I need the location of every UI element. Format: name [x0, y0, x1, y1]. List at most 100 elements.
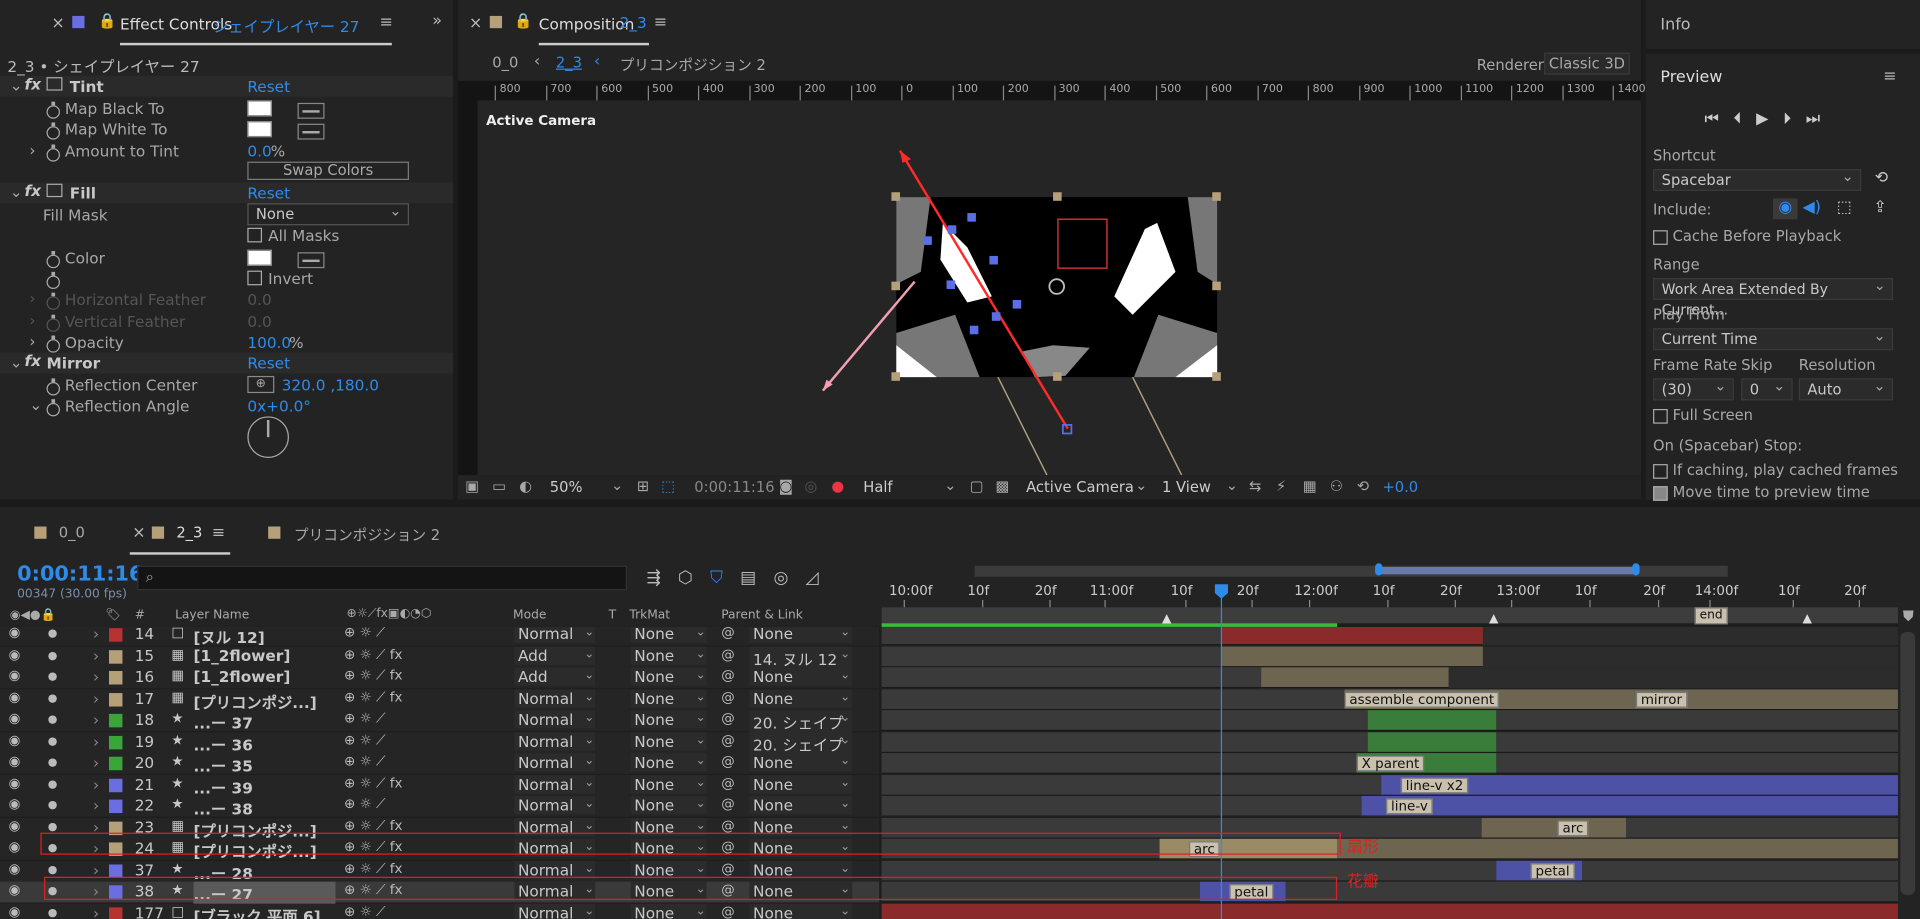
layer-row[interactable]: ◉ ● › 17 ▦ [プリコンポジ...] ⊕ ☼ ⟋ fx Normal ⌄ None ⌄ @ No… [0, 688, 880, 711]
chevron-down-icon[interactable]: ⌄ [584, 627, 594, 639]
chevron-down-icon[interactable]: ⌄ [696, 861, 706, 874]
layer-duration-bar[interactable] [1367, 731, 1497, 753]
play-icon[interactable]: ▶ [1756, 110, 1783, 128]
collapse-icon[interactable]: ⌄ [10, 76, 23, 94]
eye-icon[interactable]: ◉ [9, 753, 21, 769]
chevron-down-icon[interactable]: ⌄ [611, 476, 623, 493]
close-tab-icon[interactable]: × [132, 524, 145, 542]
layer-marker[interactable]: line-v [1386, 798, 1433, 815]
eye-icon[interactable]: ◉ [9, 796, 21, 812]
fast-preview-icon[interactable]: ⚡ [1276, 478, 1286, 495]
chevron-down-icon[interactable]: ⌄ [584, 711, 594, 724]
opacity-value[interactable]: 100.0 [247, 333, 291, 351]
toggle-pixel-icon[interactable]: ⇆ [1249, 478, 1261, 495]
reset-exposure-icon[interactable]: ⟲ [1357, 478, 1369, 495]
lock-icon[interactable]: 🔒 [98, 12, 116, 29]
chevron-down-icon[interactable]: ⌄ [696, 754, 706, 767]
transparency-grid-icon[interactable]: ▩ [996, 478, 1010, 495]
angle-dial[interactable] [247, 416, 289, 458]
pickwhip-icon[interactable]: @ [721, 667, 734, 683]
solo-icon[interactable]: ● [48, 735, 58, 747]
parent-dropdown[interactable]: None [749, 667, 853, 686]
eye-icon[interactable]: ◉ [9, 860, 21, 876]
layer-duration-bar[interactable] [881, 667, 1262, 689]
chevron-down-icon[interactable]: ⌄ [840, 669, 850, 682]
chevron-down-icon[interactable]: ⌄ [584, 904, 594, 917]
info-title[interactable]: Info [1660, 16, 1690, 34]
close-tab-icon[interactable]: × [51, 15, 64, 33]
full-screen-checkbox[interactable] [1653, 408, 1668, 424]
cache-checkbox[interactable] [1653, 229, 1668, 245]
label-color-swatch[interactable] [108, 671, 123, 685]
chevron-down-icon[interactable]: ⌄ [584, 733, 594, 746]
label-color-swatch[interactable] [108, 906, 123, 919]
label-color-swatch[interactable] [108, 649, 123, 664]
layer-name[interactable]: ...ー 37 [193, 710, 335, 733]
eye-icon[interactable]: ◉ [9, 646, 21, 662]
expand-icon[interactable]: › [93, 903, 99, 919]
zoom-dropdown[interactable]: 50% [550, 479, 583, 496]
label-color-swatch[interactable] [108, 778, 123, 792]
layer-duration-bar[interactable] [881, 795, 1362, 817]
play-from-dropdown[interactable]: Current Time [1653, 326, 1894, 351]
grid-icon[interactable]: ⊞ [637, 478, 649, 495]
solo-icon[interactable]: ● [48, 778, 58, 790]
layer-duration-bar[interactable] [881, 688, 1345, 710]
navigator-range[interactable] [1378, 566, 1636, 575]
zoom-in-icon[interactable]: ⛊ [1903, 607, 1914, 625]
include-audio-icon[interactable]: ◀) [1802, 198, 1820, 216]
mode-dropdown[interactable]: Add [514, 667, 596, 686]
layer-switches[interactable]: ⊕ ☼ ⟋ [344, 753, 385, 770]
mode-dropdown[interactable]: Normal [514, 731, 596, 751]
solo-icon[interactable]: ● [48, 692, 58, 704]
channel-icon[interactable]: ● [831, 478, 844, 495]
solo-icon[interactable]: ● [48, 671, 58, 683]
layer-duration-bar[interactable] [1222, 626, 1483, 646]
first-frame-icon[interactable]: ⏮ [1704, 110, 1733, 128]
frame-rate-dropdown[interactable]: (30) [1653, 376, 1734, 401]
chevron-down-icon[interactable]: ⌄ [584, 797, 594, 810]
end-marker[interactable]: end [1694, 607, 1728, 625]
layer-switches[interactable]: ⊕ ☼ ⟋ fx [344, 667, 402, 684]
mode-dropdown[interactable]: Normal [514, 710, 596, 729]
pickwhip-icon[interactable]: @ [721, 732, 734, 748]
include-video-icon[interactable]: ◉ [1773, 198, 1798, 220]
eye-icon[interactable]: ◉ [9, 903, 21, 919]
always-preview-icon[interactable]: ▣ [465, 478, 479, 495]
eyedropper-icon[interactable] [297, 102, 325, 119]
chevron-down-icon[interactable]: ⌄ [584, 754, 594, 767]
chevron-down-icon[interactable]: ⌄ [1226, 476, 1238, 493]
flowchart-icon[interactable]: ⚇ [1330, 478, 1343, 495]
stopwatch-icon[interactable] [46, 251, 61, 269]
layer-row[interactable]: ◉ ● › 177 □ [ブラック 平面 6] ⊕ ☼ ⟋ Normal ⌄ None ⌄ @ None… [0, 903, 880, 919]
timeline-tab-2[interactable]: プリコンポジション 2 [294, 524, 440, 545]
pickwhip-icon[interactable]: @ [721, 796, 734, 812]
layer-duration-bar[interactable] [1367, 710, 1497, 732]
comp-tab-name[interactable]: 2_3 [620, 13, 647, 31]
layer-name[interactable]: [1_2flower] [193, 646, 335, 664]
eyedropper-icon[interactable] [297, 252, 325, 269]
parent-dropdown[interactable]: None [749, 903, 853, 919]
timeline-icon[interactable]: ▦ [1303, 478, 1317, 495]
pickwhip-icon[interactable]: @ [721, 903, 734, 919]
layer-duration-bar[interactable] [1337, 838, 1898, 860]
stopwatch-icon[interactable] [46, 122, 61, 140]
include-export-icon[interactable]: ⇪ [1873, 198, 1886, 216]
parent-dropdown[interactable]: 20. シェイプ [749, 731, 853, 755]
col-layer-name[interactable]: Layer Name [175, 609, 249, 622]
next-frame-icon[interactable]: ⏵ [1783, 110, 1806, 128]
chevron-down-icon[interactable]: ⌄ [840, 776, 850, 789]
expand-icon[interactable]: › [29, 141, 35, 159]
pickwhip-icon[interactable]: @ [721, 689, 734, 705]
expand-icon[interactable]: › [93, 774, 99, 792]
vertical-ruler[interactable] [457, 100, 478, 476]
close-tab-icon[interactable]: × [469, 15, 482, 33]
chevron-down-icon[interactable]: ⌄ [840, 647, 850, 660]
layer-row[interactable]: ◉ ● › 20 ★ ...ー 35 ⊕ ☼ ⟋ Normal ⌄ None ⌄ @ None ⌄ [0, 753, 880, 775]
layer-duration-bar[interactable] [1582, 860, 1898, 882]
eye-icon[interactable]: ◉ [9, 817, 21, 833]
crosshair-icon[interactable]: ⊕ [247, 375, 275, 394]
views-dropdown[interactable]: 1 View [1162, 479, 1211, 496]
crumb-0-0[interactable]: 0_0 [492, 54, 518, 71]
pickwhip-icon[interactable]: @ [721, 646, 734, 662]
